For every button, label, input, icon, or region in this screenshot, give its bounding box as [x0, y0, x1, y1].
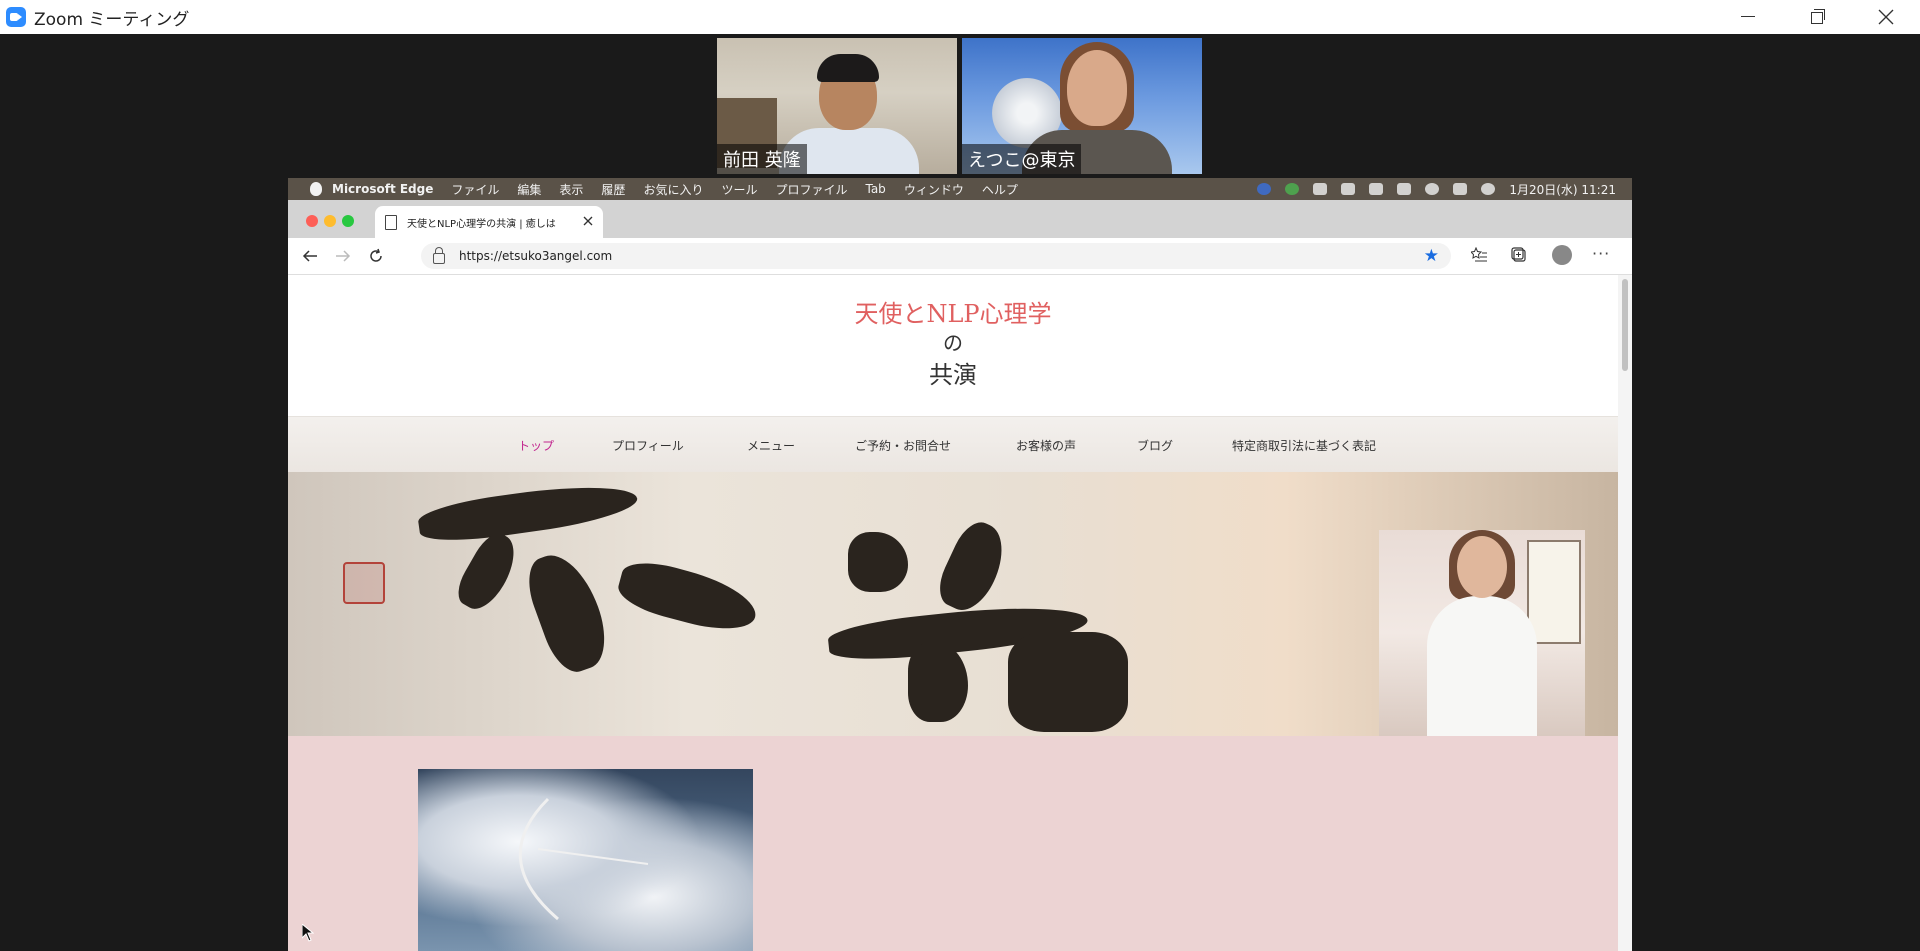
url-text[interactable]: https://etsuko3angel.com	[459, 249, 612, 263]
restore-button[interactable]	[1782, 0, 1851, 34]
participant-head	[1067, 50, 1127, 126]
close-icon	[1878, 9, 1894, 25]
brush-stroke	[450, 527, 526, 617]
portrait-body	[1427, 596, 1537, 736]
participant-video-1[interactable]: 前田 英隆	[717, 38, 957, 174]
brush-stroke	[519, 545, 617, 679]
mac-close-button[interactable]	[306, 215, 318, 227]
brush-stroke	[416, 476, 640, 548]
favorites-list-icon[interactable]	[1471, 247, 1487, 263]
nav-menu[interactable]: メニュー	[747, 437, 795, 454]
close-button[interactable]	[1851, 0, 1920, 34]
collections-icon[interactable]	[1511, 247, 1527, 263]
bow-and-arrow-icon	[518, 797, 649, 921]
profile-avatar-icon[interactable]	[1552, 245, 1572, 265]
battery-icon[interactable]	[1369, 183, 1384, 195]
browser-tab[interactable]: 天使とNLP心理学の共演 | 癒しは	[375, 206, 603, 238]
minimize-button[interactable]	[1713, 0, 1782, 34]
menu-tab[interactable]: Tab	[865, 182, 885, 196]
nav-profile[interactable]: プロフィール	[612, 437, 684, 454]
brush-stroke	[1008, 632, 1128, 732]
address-bar[interactable]: https://etsuko3angel.com ★	[421, 243, 1451, 269]
mac-minimize-button[interactable]	[324, 215, 336, 227]
edge-browser-window: 天使とNLP心理学の共演 | 癒しは https://etsuko3angel.…	[288, 200, 1632, 951]
web-page: 天使とNLP心理学 の 共演 トップ プロフィール メニュー ご予約・お問合せ …	[288, 275, 1618, 951]
sync-icon[interactable]	[1285, 183, 1300, 195]
site-title-line3[interactable]: 共演	[288, 355, 1618, 390]
control-center-icon[interactable]	[1453, 183, 1468, 195]
red-seal-stamp	[343, 562, 385, 604]
shoji-window	[1527, 540, 1581, 644]
status-area: 1月20日(水) 11:21	[1257, 178, 1616, 200]
zoom-logo-icon	[6, 7, 26, 27]
menu-tools[interactable]: ツール	[721, 181, 757, 198]
zoom-titlebar: Zoom ミーティング	[0, 0, 1920, 34]
menu-window[interactable]: ウィンドウ	[904, 181, 964, 198]
mac-zoom-button[interactable]	[342, 215, 354, 227]
participant-video-2[interactable]: えつこ@東京	[962, 38, 1202, 174]
tab-bar: 天使とNLP心理学の共演 | 癒しは	[288, 200, 1632, 238]
hero-calligraphy-banner	[288, 472, 1618, 736]
mac-menubar: Microsoft Edge ファイル 編集 表示 履歴 お気に入り ツール プ…	[288, 178, 1632, 200]
window-controls	[1713, 0, 1920, 34]
site-title-line1[interactable]: 天使とNLP心理学	[288, 294, 1618, 329]
participant-hair	[817, 54, 879, 82]
brush-stroke	[908, 642, 968, 722]
site-title-line2[interactable]: の	[288, 327, 1618, 356]
brush-stroke	[613, 554, 763, 640]
menu-file[interactable]: ファイル	[451, 181, 499, 198]
teamviewer-icon[interactable]	[1257, 183, 1272, 195]
page-icon	[385, 214, 397, 230]
profile-photo	[1379, 530, 1585, 736]
mouse-cursor-icon	[302, 924, 314, 942]
favorite-star-icon[interactable]: ★	[1424, 246, 1439, 266]
forward-arrow-icon[interactable]	[335, 248, 351, 264]
tab-title: 天使とNLP心理学の共演 | 癒しは	[407, 218, 556, 230]
nav-reservation[interactable]: ご予約・お問合せ	[855, 437, 951, 454]
cupid-cloud-image[interactable]	[418, 769, 753, 951]
window-title: Zoom ミーティング	[34, 9, 190, 30]
menu-history[interactable]: 履歴	[601, 181, 625, 198]
site-header: 天使とNLP心理学 の 共演	[288, 275, 1618, 416]
menu-view[interactable]: 表示	[559, 181, 583, 198]
siri-icon[interactable]	[1481, 183, 1496, 195]
more-options-icon[interactable]: ···	[1592, 244, 1610, 263]
brush-stroke	[931, 515, 1015, 619]
site-nav: トップ プロフィール メニュー ご予約・お問合せ お客様の声 ブログ 特定商取引…	[288, 416, 1618, 473]
wifi-icon[interactable]	[1397, 183, 1412, 195]
brush-stroke	[848, 532, 908, 592]
browser-toolbar: https://etsuko3angel.com ★ ···	[288, 238, 1632, 275]
portrait-head	[1457, 536, 1507, 598]
nav-legal-notice[interactable]: 特定商取引法に基づく表記	[1232, 437, 1376, 454]
refresh-icon[interactable]	[368, 248, 384, 264]
nav-blog[interactable]: ブログ	[1137, 437, 1173, 454]
input-source-icon[interactable]	[1313, 183, 1328, 195]
menubar-clock[interactable]: 1月20日(水) 11:21	[1509, 181, 1616, 198]
participant-name: 前田 英隆	[717, 144, 807, 174]
bluetooth-icon[interactable]	[1341, 183, 1356, 195]
menu-edit[interactable]: 編集	[517, 181, 541, 198]
menu-favorites[interactable]: お気に入り	[643, 181, 703, 198]
content-section	[288, 736, 1618, 951]
nav-testimonials[interactable]: お客様の声	[1016, 437, 1076, 454]
spotlight-search-icon[interactable]	[1425, 183, 1440, 195]
menu-help[interactable]: ヘルプ	[982, 181, 1018, 198]
scroll-thumb[interactable]	[1622, 279, 1628, 371]
menu-app-name[interactable]: Microsoft Edge	[332, 182, 433, 196]
back-arrow-icon[interactable]	[302, 248, 318, 264]
page-scrollbar[interactable]	[1618, 275, 1632, 951]
nav-top[interactable]: トップ	[518, 437, 554, 454]
apple-icon[interactable]	[310, 182, 322, 196]
menu-profiles[interactable]: プロファイル	[775, 181, 847, 198]
lock-icon[interactable]	[433, 246, 445, 264]
participant-name: えつこ@東京	[962, 144, 1082, 174]
tab-close-icon[interactable]	[583, 216, 593, 226]
